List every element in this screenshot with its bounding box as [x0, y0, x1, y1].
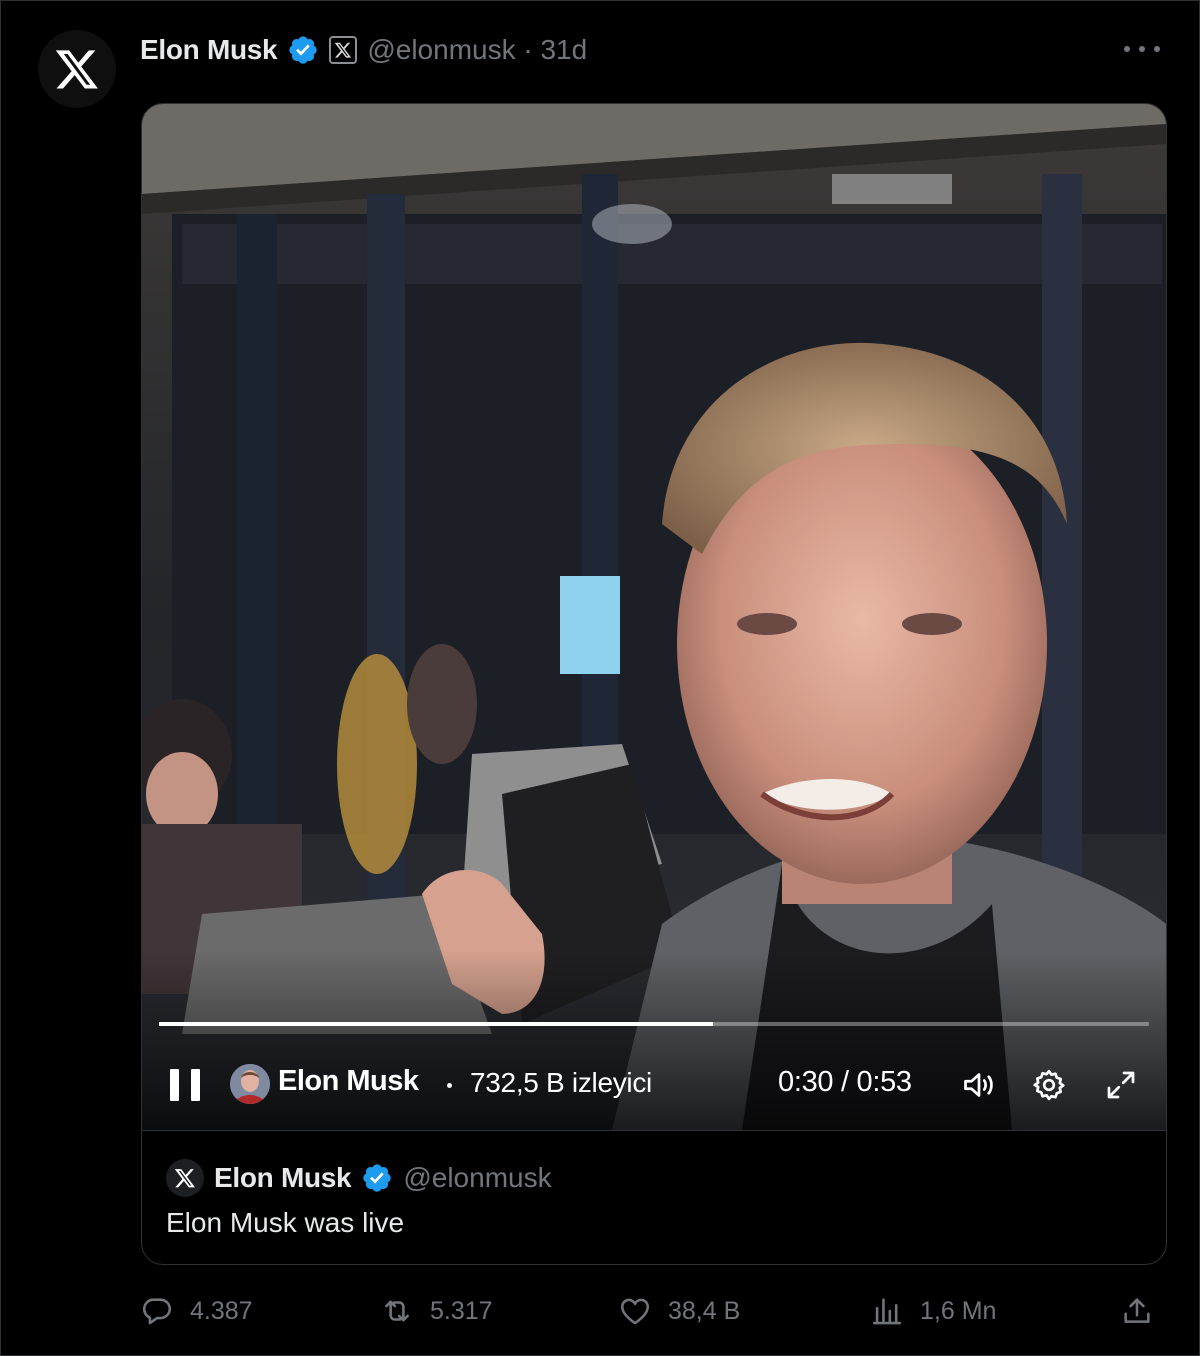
view-count: 1,6 Mn [920, 1296, 997, 1325]
pause-icon[interactable] [170, 1069, 200, 1101]
live-host-name[interactable]: Elon Musk [278, 1065, 419, 1098]
video-player[interactable]: Elon Musk 732,5 B izleyici 0:30 / 0:53 [142, 104, 1166, 1130]
author-name[interactable]: Elon Musk [140, 34, 278, 66]
volume-icon[interactable] [960, 1067, 998, 1103]
reply-icon [142, 1298, 172, 1325]
media-card: Elon Musk 732,5 B izleyici 0:30 / 0:53 E… [141, 103, 1167, 1265]
gear-icon[interactable] [1030, 1067, 1068, 1103]
author-handle-time[interactable]: @elonmusk · 31d [367, 34, 587, 66]
quoted-author-handle: @elonmusk [403, 1162, 552, 1193]
tweet-header: Elon Musk @elonmusk · 31d [140, 30, 587, 70]
views-chart-icon [872, 1298, 902, 1325]
x-affiliate-badge-icon[interactable] [329, 36, 358, 64]
more-horizontal-icon[interactable] [1124, 36, 1160, 62]
x-logo-icon [55, 50, 98, 89]
verified-badge-icon [363, 1164, 391, 1192]
heart-icon [620, 1298, 650, 1325]
repost-count: 5.317 [430, 1296, 493, 1325]
like-button[interactable]: 38,4 B [618, 1286, 740, 1336]
video-progress-bar[interactable] [159, 1022, 1149, 1026]
tweet-action-bar: 4.387 5.317 38,4 B 1,6 Mn [140, 1286, 1170, 1336]
like-count: 38,4 B [668, 1296, 741, 1325]
quoted-author-name: Elon Musk [214, 1162, 352, 1193]
quoted-post-text: Elon Musk was live [166, 1207, 405, 1238]
x-logo-icon [166, 1159, 204, 1197]
reply-count: 4.387 [190, 1296, 253, 1325]
share-button[interactable] [1120, 1286, 1154, 1336]
fullscreen-icon[interactable] [1102, 1067, 1140, 1103]
quoted-post-header: Elon Musk @elonmusk [166, 1159, 552, 1197]
quoted-post[interactable]: Elon Musk @elonmusk Elon Musk was live [142, 1130, 1166, 1264]
repost-button[interactable]: 5.317 [380, 1286, 493, 1336]
verified-badge-icon [289, 36, 317, 64]
video-time: 0:30 / 0:53 [778, 1066, 912, 1098]
separator-dot [447, 1083, 452, 1088]
viewer-count: 732,5 B izleyici [470, 1067, 652, 1098]
share-icon [1124, 1298, 1150, 1323]
live-host-avatar[interactable] [230, 1064, 270, 1104]
reply-button[interactable]: 4.387 [140, 1286, 253, 1336]
repost-icon [385, 1300, 409, 1322]
video-progress-fill [159, 1022, 714, 1026]
author-avatar[interactable] [38, 30, 116, 108]
views-button[interactable]: 1,6 Mn [870, 1286, 996, 1336]
video-controls: Elon Musk 732,5 B izleyici 0:30 / 0:53 [142, 1059, 1166, 1109]
